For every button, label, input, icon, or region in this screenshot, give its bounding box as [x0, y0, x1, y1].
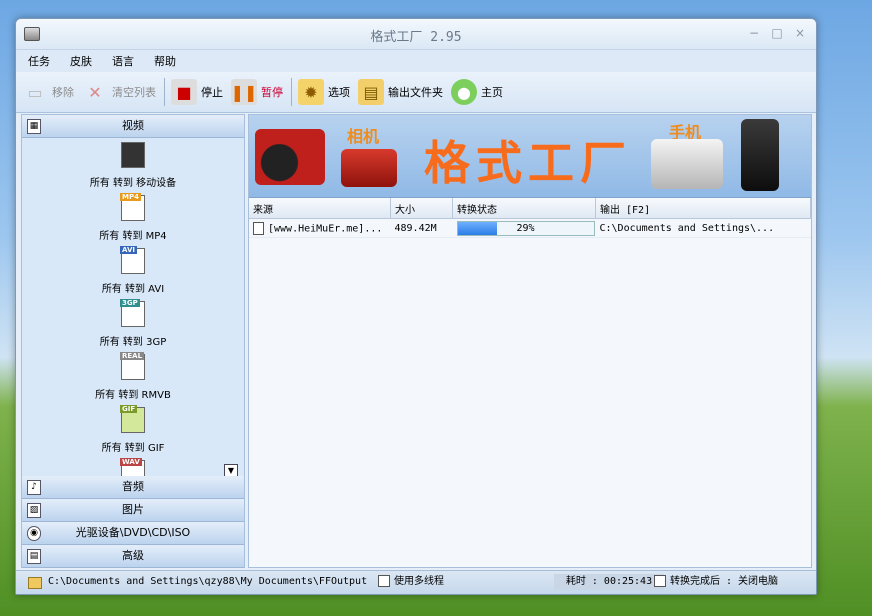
- column-size[interactable]: 大小: [390, 198, 453, 219]
- menu-language[interactable]: 语言: [112, 53, 134, 69]
- format-mp4[interactable]: MP4 所有 转到 MP4: [22, 191, 244, 244]
- options-button[interactable]: ✹ 选项: [298, 76, 350, 108]
- mobile-device-icon: [121, 142, 145, 168]
- category-panel: ▦ 视频 所有 转到 移动设备 MP4 所有 转到 MP4 AVI 所有 转到 …: [21, 114, 245, 568]
- task-panel: 相机 格式工厂 手机 来源 大小 转换状态 输出 [F2] [www.HeiMu…: [248, 114, 812, 568]
- picture-icon: ▨: [27, 503, 41, 518]
- close-button[interactable]: ×: [792, 25, 808, 41]
- gear-icon: ✹: [298, 79, 324, 105]
- category-image[interactable]: ▨ 图片: [22, 499, 244, 522]
- rmvb-file-icon: REAL: [120, 352, 145, 380]
- camcorder-icon: [255, 129, 325, 185]
- after-conversion-checkbox[interactable]: [654, 575, 666, 587]
- minimize-button[interactable]: −: [746, 25, 762, 41]
- column-status[interactable]: 转换状态: [452, 198, 596, 219]
- gif-file-icon: GIF: [120, 405, 145, 433]
- table-row[interactable]: [www.HeiMuEr.me]... 489.42M 29% C:\Docum…: [249, 218, 811, 238]
- video-icon: ▦: [27, 119, 41, 134]
- format-mobile[interactable]: 所有 转到 移动设备: [22, 138, 244, 191]
- after-conversion-option[interactable]: 转换完成后 : 关闭电脑: [654, 574, 778, 590]
- progress-bar: 29%: [456, 220, 595, 236]
- menu-bar: 任务 皮肤 语言 帮助: [16, 50, 816, 72]
- clear-list-button[interactable]: ✕ 清空列表: [82, 76, 156, 108]
- row-size: 489.42M: [390, 218, 453, 238]
- task-table: 来源 大小 转换状态 输出 [F2] [www.HeiMuEr.me]... 4…: [249, 198, 811, 238]
- music-note-icon: ♪: [27, 480, 41, 495]
- folder-icon: ▤: [358, 79, 384, 105]
- toolbar: ▭ 移除 ✕ 清空列表 ■ 停止 ❚❚ 暂停 ✹ 选项 ▤ 输出文件夹 ● 主页: [16, 72, 816, 113]
- category-audio[interactable]: ♪ 音频: [22, 476, 244, 499]
- avi-file-icon: AVI: [120, 246, 145, 274]
- pause-icon: ❚❚: [231, 79, 257, 105]
- output-folder-button[interactable]: ▤ 输出文件夹: [358, 76, 443, 108]
- banner-camera-label: 相机: [347, 127, 380, 146]
- progress-text: 29%: [516, 222, 535, 234]
- format-rmvb[interactable]: REAL 所有 转到 RMVB: [22, 350, 244, 403]
- phone-icon: [651, 139, 723, 189]
- disc-icon: ◉: [27, 526, 41, 541]
- menu-help[interactable]: 帮助: [154, 53, 176, 69]
- category-advanced[interactable]: ▤ 高级: [22, 545, 244, 568]
- format-wav[interactable]: WAV: [22, 456, 244, 476]
- title-bar: 格式工厂 2.95 − □ ×: [16, 19, 816, 50]
- stop-icon: ■: [171, 79, 197, 105]
- banner-title: 格式工厂: [424, 136, 632, 190]
- banner: 相机 格式工厂 手机: [249, 115, 811, 198]
- category-optical[interactable]: ◉ 光驱设备\DVD\CD\ISO: [22, 522, 244, 545]
- folder-icon: [28, 577, 42, 589]
- elapsed-time: 耗时 : 00:25:43: [554, 574, 664, 590]
- toolbar-separator: [164, 78, 165, 106]
- camera-icon: [341, 149, 397, 187]
- document-minus-icon: ▭: [27, 82, 43, 102]
- toolbar-separator: [291, 78, 292, 106]
- menu-skin[interactable]: 皮肤: [70, 53, 92, 69]
- video-format-list: 所有 转到 移动设备 MP4 所有 转到 MP4 AVI 所有 转到 AVI 3…: [22, 138, 244, 476]
- main-window: 格式工厂 2.95 − □ × 任务 皮肤 语言 帮助 ▭ 移除 ✕ 清空列表 …: [15, 18, 817, 595]
- multithread-option[interactable]: 使用多线程: [378, 574, 444, 590]
- mp4-file-icon: MP4: [120, 193, 145, 221]
- 3gp-file-icon: 3GP: [120, 299, 145, 327]
- category-video[interactable]: ▦ 视频: [22, 115, 244, 138]
- home-button[interactable]: ● 主页: [451, 76, 503, 108]
- format-3gp[interactable]: 3GP 所有 转到 3GP: [22, 297, 244, 350]
- row-status: 29%: [452, 218, 596, 238]
- output-path[interactable]: C:\Documents and Settings\qzy88\My Docum…: [48, 574, 367, 590]
- window-title: 格式工厂 2.95: [370, 30, 462, 45]
- column-source[interactable]: 来源: [249, 198, 391, 219]
- globe-icon: ●: [451, 79, 477, 105]
- menu-task[interactable]: 任务: [28, 53, 50, 69]
- scroll-down-icon[interactable]: ▼: [224, 464, 238, 476]
- file-icon: [253, 221, 264, 235]
- status-bar: C:\Documents and Settings\qzy88\My Docum…: [16, 570, 816, 594]
- smartphone-icon: [741, 119, 779, 191]
- wav-file-icon: WAV: [120, 458, 145, 476]
- remove-button[interactable]: ▭ 移除: [22, 76, 74, 108]
- maximize-button[interactable]: □: [769, 25, 785, 41]
- row-source: [www.HeiMuEr.me]...: [249, 218, 391, 238]
- stop-button[interactable]: ■ 停止: [171, 76, 223, 108]
- format-gif[interactable]: GIF 所有 转到 GIF: [22, 403, 244, 456]
- clear-x-icon: ✕: [88, 82, 102, 102]
- column-output[interactable]: 输出 [F2]: [595, 198, 811, 219]
- format-avi[interactable]: AVI 所有 转到 AVI: [22, 244, 244, 297]
- row-output: C:\Documents and Settings\...: [595, 218, 811, 238]
- pause-button[interactable]: ❚❚ 暂停: [231, 76, 283, 108]
- multithread-checkbox[interactable]: [378, 575, 390, 587]
- advanced-icon: ▤: [27, 549, 41, 564]
